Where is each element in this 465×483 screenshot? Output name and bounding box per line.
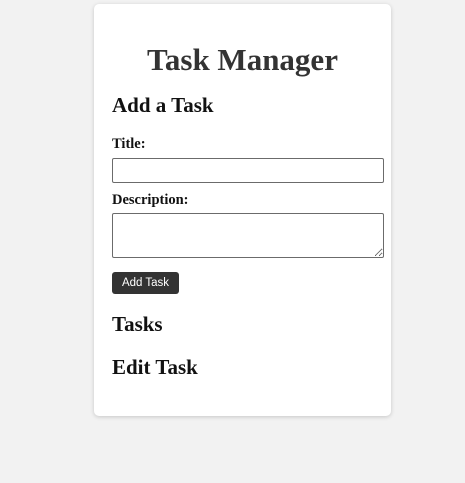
description-textarea[interactable] <box>112 213 384 258</box>
task-manager-card: Task Manager Add a Task Title: Descripti… <box>94 4 391 416</box>
tasks-heading: Tasks <box>112 312 163 336</box>
title-label: Title: <box>112 136 146 152</box>
title-input[interactable] <box>112 158 384 183</box>
add-task-heading: Add a Task <box>112 93 214 117</box>
add-task-button[interactable]: Add Task <box>112 272 179 294</box>
description-label: Description: <box>112 192 189 208</box>
page-title: Task Manager <box>147 42 338 77</box>
edit-task-heading: Edit Task <box>112 355 198 379</box>
